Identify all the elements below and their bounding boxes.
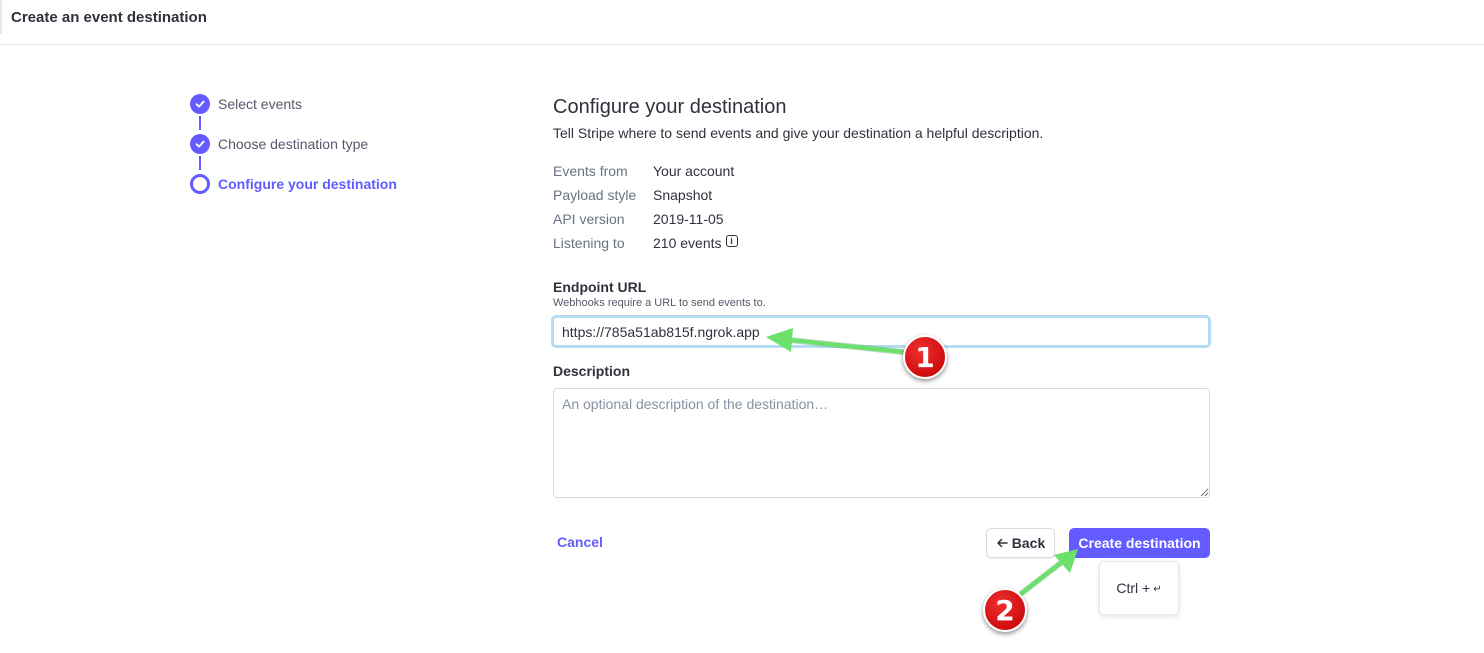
step-label: Configure your destination: [218, 176, 397, 192]
configure-panel: Configure your destination Tell Stripe w…: [553, 96, 1210, 255]
step-label: Choose destination type: [218, 136, 369, 152]
summary-key: Events from: [553, 163, 628, 179]
summary-value-wrap: 210 events i: [653, 235, 738, 251]
summary-key: API version: [553, 211, 625, 227]
summary-key: Listening to: [553, 235, 625, 251]
step-connector: [199, 116, 201, 130]
cancel-button[interactable]: Cancel: [557, 534, 603, 550]
step-configure-destination[interactable]: Configure your destination: [190, 174, 397, 194]
endpoint-url-input[interactable]: [551, 315, 1211, 348]
create-destination-button[interactable]: Create destination: [1069, 528, 1210, 558]
arrow-left-icon: [997, 538, 1008, 548]
summary-row-payload-style: Payload style Snapshot: [553, 183, 1210, 207]
step-select-events[interactable]: Select events: [190, 94, 302, 114]
step-connector: [199, 156, 201, 170]
enter-key-icon: ↵: [1153, 584, 1162, 595]
info-icon[interactable]: i: [725, 235, 738, 247]
step-label: Select events: [218, 96, 303, 112]
endpoint-url-label: Endpoint URL: [553, 279, 647, 295]
shortcut-tooltip: Ctrl + ↵: [1099, 561, 1179, 615]
description-textarea[interactable]: [553, 388, 1210, 498]
back-button[interactable]: Back: [986, 528, 1055, 558]
section-title: Configure your destination: [553, 96, 787, 118]
summary-value: Your account: [653, 163, 735, 179]
page-header: Create an event destination: [0, 0, 1484, 45]
endpoint-url-help: Webhooks require a URL to send events to…: [553, 297, 766, 309]
destination-summary: Events from Your account Payload style S…: [553, 159, 1210, 255]
endpoint-url-label-group: Endpoint URL Webhooks require a URL to s…: [553, 279, 766, 309]
shortcut-text: Ctrl +: [1116, 580, 1151, 596]
page-title: Create an event destination: [11, 9, 207, 26]
summary-row-listening-to: Listening to 210 events i: [553, 231, 1210, 255]
section-subtitle: Tell Stripe where to send events and giv…: [553, 125, 1044, 141]
annotation-badge-2: 2: [983, 588, 1027, 632]
annotation-badge-1: 1: [903, 335, 947, 379]
summary-key: Payload style: [553, 187, 637, 203]
check-icon: [190, 134, 210, 154]
header-divider: [0, 0, 2, 34]
summary-value: 210 events: [653, 235, 722, 251]
check-icon: [190, 94, 210, 114]
description-label: Description: [553, 363, 631, 379]
back-label: Back: [1011, 535, 1046, 551]
summary-row-events-from: Events from Your account: [553, 159, 1210, 183]
step-choose-destination-type[interactable]: Choose destination type: [190, 134, 368, 154]
ring-icon: [190, 174, 210, 194]
summary-row-api-version: API version 2019-11-05: [553, 207, 1210, 231]
summary-value: 2019-11-05: [653, 211, 724, 227]
summary-value: Snapshot: [653, 187, 713, 203]
